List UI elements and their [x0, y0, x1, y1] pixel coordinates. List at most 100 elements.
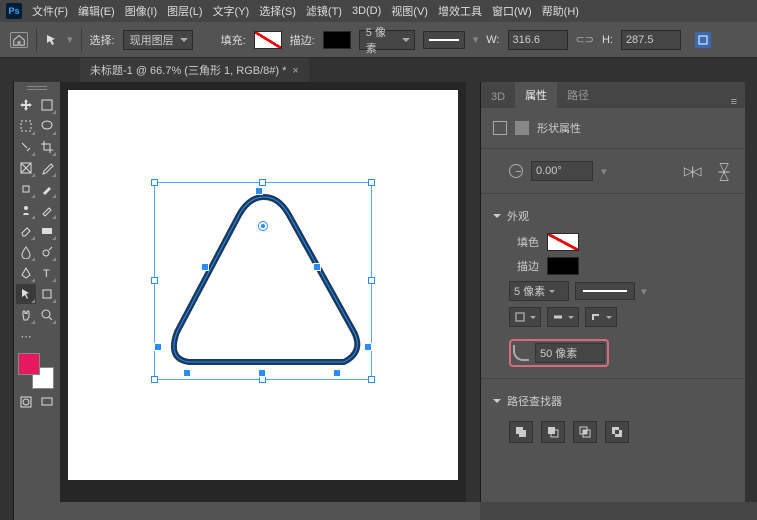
heal-tool[interactable]: [16, 179, 36, 199]
svg-text:T: T: [43, 268, 50, 280]
stamp-tool[interactable]: [16, 200, 36, 220]
stroke-style-combo[interactable]: [423, 31, 465, 49]
anchor-br[interactable]: [364, 343, 372, 351]
canvas-area[interactable]: [60, 82, 466, 520]
menu-file[interactable]: 文件(F): [32, 3, 68, 19]
pathfinder-exclude[interactable]: [605, 421, 629, 443]
quickmask-tool[interactable]: [16, 392, 36, 412]
document-tab[interactable]: 未标题-1 @ 66.7% (三角形 1, RGB/8#) *×: [80, 58, 309, 82]
menu-image[interactable]: 图像(I): [125, 3, 157, 19]
pathfinder-section[interactable]: 路径查找器: [493, 387, 733, 415]
menu-layer[interactable]: 图层(L): [167, 3, 202, 19]
blur-tool[interactable]: [16, 242, 36, 262]
menu-edit[interactable]: 编辑(E): [78, 3, 115, 19]
zoom-tool[interactable]: [37, 305, 57, 325]
anchor-b3[interactable]: [333, 369, 341, 377]
pathfinder-unite[interactable]: [509, 421, 533, 443]
fill-label: 填充:: [221, 32, 246, 48]
handle-mr[interactable]: [368, 277, 375, 284]
edit-toolbar[interactable]: ⋯: [16, 326, 36, 346]
anchor-b1[interactable]: [183, 369, 191, 377]
color-swatches[interactable]: [16, 351, 56, 391]
move-tool[interactable]: [16, 95, 36, 115]
handle-bl[interactable]: [151, 376, 158, 383]
handle-tm[interactable]: [259, 179, 266, 186]
crop-tool[interactable]: [37, 137, 57, 157]
transform-bounding-box[interactable]: [154, 182, 372, 380]
tab-paths[interactable]: 路径: [557, 82, 599, 108]
fill-swatch[interactable]: [254, 31, 282, 49]
panel-stroke-swatch[interactable]: [547, 257, 579, 275]
history-brush-tool[interactable]: [37, 200, 57, 220]
menu-type[interactable]: 文字(Y): [213, 3, 250, 19]
menu-plugins[interactable]: 增效工具: [438, 3, 482, 19]
menu-filter[interactable]: 滤镜(T): [306, 3, 342, 19]
panel-menu-icon[interactable]: ≡: [723, 96, 745, 108]
link-wh-icon[interactable]: ⊂⊃: [576, 33, 594, 46]
eyedropper-tool[interactable]: [37, 158, 57, 178]
artboard-tool[interactable]: [37, 95, 57, 115]
flip-v-icon[interactable]: ▷|◁: [718, 163, 732, 179]
tab-properties[interactable]: 属性: [515, 82, 557, 108]
triangle-shape[interactable]: [159, 187, 369, 377]
align-icon[interactable]: [695, 32, 711, 48]
menu-view[interactable]: 视图(V): [391, 3, 428, 19]
stroke-caps[interactable]: [547, 307, 579, 327]
gradient-tool[interactable]: [37, 221, 57, 241]
width-input[interactable]: 316.6: [508, 30, 568, 50]
eraser-tool[interactable]: [16, 221, 36, 241]
shape-tool[interactable]: [37, 284, 57, 304]
anchor-r[interactable]: [313, 263, 321, 271]
quick-select-tool[interactable]: [16, 137, 36, 157]
flip-h-icon[interactable]: ▷|◁: [684, 164, 700, 178]
pathfinder-subtract[interactable]: [541, 421, 565, 443]
corner-radius-highlight: 50 像素: [509, 339, 609, 367]
canvas[interactable]: [68, 90, 458, 480]
panel-stroke-width[interactable]: 5 像素: [509, 281, 569, 301]
menu-3d[interactable]: 3D(D): [352, 5, 381, 17]
screenmode-tool[interactable]: [37, 392, 57, 412]
panel-fill-swatch[interactable]: [547, 233, 579, 251]
menu-select[interactable]: 选择(S): [259, 3, 296, 19]
anchor-b2[interactable]: [258, 369, 266, 377]
appearance-section[interactable]: 外观: [493, 202, 733, 230]
pathfinder-intersect[interactable]: [573, 421, 597, 443]
handle-br[interactable]: [368, 376, 375, 383]
menu-help[interactable]: 帮助(H): [542, 3, 579, 19]
stroke-corners[interactable]: [585, 307, 617, 327]
dodge-tool[interactable]: [37, 242, 57, 262]
shape-type-icon: [515, 121, 529, 135]
lasso-tool[interactable]: [37, 116, 57, 136]
toolbox: T ⋯: [14, 82, 60, 520]
close-tab-icon[interactable]: ×: [292, 65, 298, 77]
stroke-width-combo[interactable]: 5 像素: [359, 30, 415, 50]
select-layer-combo[interactable]: 现用图层: [123, 30, 193, 50]
menu-window[interactable]: 窗口(W): [492, 3, 532, 19]
height-input[interactable]: 287.5: [621, 30, 681, 50]
marquee-tool[interactable]: [16, 116, 36, 136]
shape-props-title: 形状属性: [537, 120, 581, 136]
corner-radius-input[interactable]: 50 像素: [535, 343, 605, 363]
tab-3d[interactable]: 3D: [481, 86, 515, 108]
path-select-tool[interactable]: [16, 284, 36, 304]
hand-tool[interactable]: [16, 305, 36, 325]
frame-tool[interactable]: [16, 158, 36, 178]
type-tool[interactable]: T: [37, 263, 57, 283]
pen-tool[interactable]: [16, 263, 36, 283]
handle-bm[interactable]: [259, 376, 266, 383]
home-icon[interactable]: [10, 32, 28, 48]
handle-tr[interactable]: [368, 179, 375, 186]
handle-tl[interactable]: [151, 179, 158, 186]
anchor-l[interactable]: [201, 263, 209, 271]
document-tab-bar: 未标题-1 @ 66.7% (三角形 1, RGB/8#) *×: [0, 58, 757, 82]
stroke-align[interactable]: [509, 307, 541, 327]
handle-ml[interactable]: [151, 277, 158, 284]
anchor-bl[interactable]: [154, 343, 162, 351]
stroke-swatch[interactable]: [323, 31, 351, 49]
anchor-top[interactable]: [255, 187, 263, 195]
angle-input[interactable]: 0.00°: [531, 161, 593, 181]
path-select-icon[interactable]: [45, 33, 59, 47]
brush-tool[interactable]: [37, 179, 57, 199]
panel-stroke-style[interactable]: [575, 282, 635, 300]
live-shape-icon: [493, 121, 507, 135]
